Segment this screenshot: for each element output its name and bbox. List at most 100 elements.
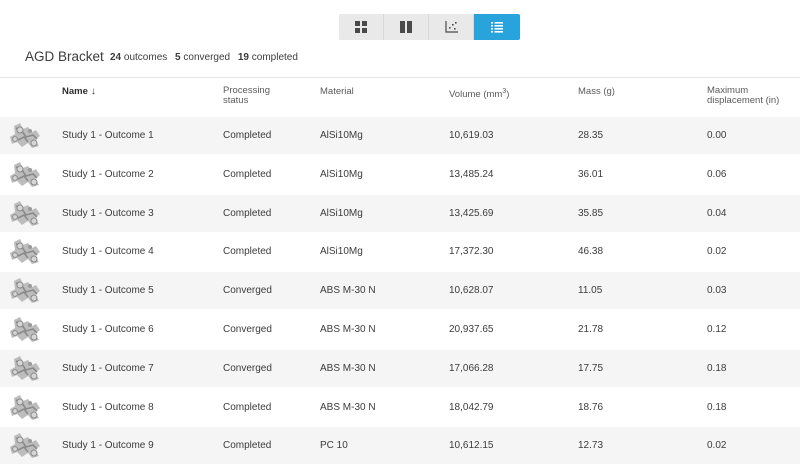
- table-row[interactable]: Study 1 - Outcome 9 Completed PC 10 10,612.…: [0, 427, 800, 466]
- outcome-thumbnail: [10, 200, 40, 226]
- volume-cell: 13,485.24: [449, 168, 494, 180]
- max-displacement-cell: 0.02: [707, 246, 727, 258]
- scatter-view-button[interactable]: [429, 14, 474, 40]
- column-header-volume-prefix: Volume (mm: [449, 89, 503, 101]
- table-row[interactable]: Study 1 - Outcome 6 Converged ABS M-30 N 20…: [0, 311, 800, 349]
- volume-cell: 10,612.15: [449, 440, 494, 452]
- columns-view-icon: [400, 21, 412, 33]
- column-header-volume[interactable]: Volume (mm3): [449, 87, 509, 100]
- max-displacement-cell: 0.02: [707, 440, 727, 452]
- volume-cell: 17,066.28: [449, 362, 494, 374]
- outcome-thumbnail: [10, 433, 40, 459]
- list-view-button[interactable]: [474, 14, 520, 40]
- max-displacement-cell: 0.00: [707, 130, 727, 141]
- view-switcher: [339, 14, 520, 40]
- column-header-material[interactable]: Material: [320, 87, 354, 97]
- column-header-volume-suffix: ): [506, 89, 510, 101]
- column-header-name[interactable]: Name ↓: [62, 87, 96, 97]
- outcome-name-cell: Study 1 - Outcome 9: [62, 440, 154, 452]
- page-title: AGD Bracket: [25, 49, 104, 64]
- outcome-name-cell: Study 1 - Outcome 2: [62, 168, 154, 180]
- material-cell: ABS M-30 N: [320, 285, 376, 297]
- processing-status-cell: Completed: [223, 207, 272, 219]
- volume-cell: 10,619.03: [449, 130, 494, 141]
- material-cell: AlSi10Mg: [320, 168, 363, 180]
- column-header-displacement-line2: displacement (in): [707, 95, 780, 106]
- processing-status-cell: Completed: [223, 401, 272, 413]
- max-displacement-cell: 0.04: [707, 207, 727, 219]
- material-cell: PC 10: [320, 440, 348, 452]
- outcome-thumbnail: [10, 161, 40, 187]
- volume-cell: 10,628.07: [449, 285, 494, 297]
- outcome-name-cell: Study 1 - Outcome 8: [62, 401, 154, 413]
- mass-cell: 18.76: [578, 401, 604, 413]
- table-row[interactable]: Study 1 - Outcome 2 Completed AlSi10Mg 13,4…: [0, 156, 800, 194]
- grid-view-icon: [355, 21, 367, 33]
- volume-cell: 18,042.79: [449, 401, 494, 413]
- max-displacement-cell: 0.03: [707, 285, 727, 297]
- converged-count: 5: [175, 52, 181, 63]
- volume-cell: 20,937.65: [449, 324, 494, 335]
- outcome-thumbnail: [10, 394, 40, 420]
- outcomes-count: 24: [110, 52, 122, 63]
- processing-status-cell: Converged: [223, 285, 272, 297]
- mass-cell: 11.05: [578, 285, 603, 297]
- mass-cell: 12.73: [578, 440, 604, 452]
- column-header-displacement[interactable]: Maximum displacement (in): [707, 86, 779, 106]
- max-displacement-cell: 0.18: [707, 401, 727, 413]
- material-cell: ABS M-30 N: [320, 401, 376, 413]
- material-cell: AlSi10Mg: [320, 207, 363, 219]
- material-cell: ABS M-30 N: [320, 362, 376, 374]
- processing-status-cell: Completed: [223, 440, 272, 452]
- mass-cell: 28.35: [578, 130, 604, 141]
- table-row[interactable]: Study 1 - Outcome 5 Converged ABS M-30 N 10…: [0, 272, 800, 311]
- columns-view-button[interactable]: [384, 14, 429, 40]
- outcome-name-cell: Study 1 - Outcome 3: [62, 207, 154, 219]
- list-view-icon: [491, 21, 503, 33]
- outcome-name-cell: Study 1 - Outcome 6: [62, 324, 154, 335]
- scatter-plot-icon: [444, 21, 458, 33]
- outcome-name-cell: Study 1 - Outcome 7: [62, 362, 154, 374]
- column-header-name-label: Name: [62, 86, 88, 97]
- table-row[interactable]: Study 1 - Outcome 4 Completed AlSi10Mg 17,3…: [0, 233, 800, 272]
- processing-status-cell: Completed: [223, 168, 272, 180]
- outcome-name-cell: Study 1 - Outcome 5: [62, 285, 154, 297]
- mass-cell: 46.38: [578, 246, 604, 258]
- outcome-thumbnail: [10, 239, 40, 265]
- header-divider: [0, 77, 800, 78]
- processing-status-cell: Converged: [223, 362, 272, 374]
- material-cell: ABS M-30 N: [320, 324, 376, 335]
- grid-view-button[interactable]: [339, 14, 384, 40]
- max-displacement-cell: 0.12: [707, 324, 727, 335]
- mass-cell: 35.85: [578, 207, 604, 219]
- mass-cell: 17.75: [578, 362, 604, 374]
- outcome-thumbnail: [10, 355, 40, 381]
- processing-status-cell: Converged: [223, 324, 272, 335]
- completed-count: 19: [237, 52, 249, 63]
- sort-descending-icon: ↓: [90, 86, 96, 97]
- outcome-thumbnail: [10, 317, 40, 342]
- material-cell: AlSi10Mg: [320, 246, 363, 258]
- mass-cell: 21.78: [578, 324, 604, 335]
- table-row[interactable]: Study 1 - Outcome 1 Completed AlSi10Mg 10,6…: [0, 117, 800, 155]
- table-row[interactable]: Study 1 - Outcome 7 Converged ABS M-30 N 17…: [0, 349, 800, 388]
- column-header-status-line2: status: [223, 95, 249, 106]
- mass-cell: 36.01: [578, 168, 604, 180]
- max-displacement-cell: 0.06: [707, 168, 727, 180]
- table-row[interactable]: Study 1 - Outcome 3 Completed AlSi10Mg 13,4…: [0, 194, 800, 233]
- table-row[interactable]: Study 1 - Outcome 8 Completed ABS M-30 N 18…: [0, 389, 800, 427]
- converged-label: converged: [183, 52, 231, 63]
- outcome-name-cell: Study 1 - Outcome 4: [62, 246, 154, 258]
- material-cell: AlSi10Mg: [320, 130, 363, 141]
- completed-label: completed: [251, 52, 298, 63]
- processing-status-cell: Completed: [223, 246, 272, 258]
- column-header-mass[interactable]: Mass (g): [578, 87, 615, 97]
- outcome-thumbnail: [10, 123, 40, 148]
- processing-status-cell: Completed: [223, 130, 272, 141]
- outcome-summary: 24 outcomes 5 converged 19 completed: [110, 52, 298, 63]
- volume-cell: 17,372.30: [449, 246, 494, 258]
- column-header-status[interactable]: Processing status: [223, 86, 270, 106]
- outcome-name-cell: Study 1 - Outcome 1: [62, 130, 154, 141]
- outcomes-label: outcomes: [123, 52, 168, 63]
- max-displacement-cell: 0.18: [707, 362, 727, 374]
